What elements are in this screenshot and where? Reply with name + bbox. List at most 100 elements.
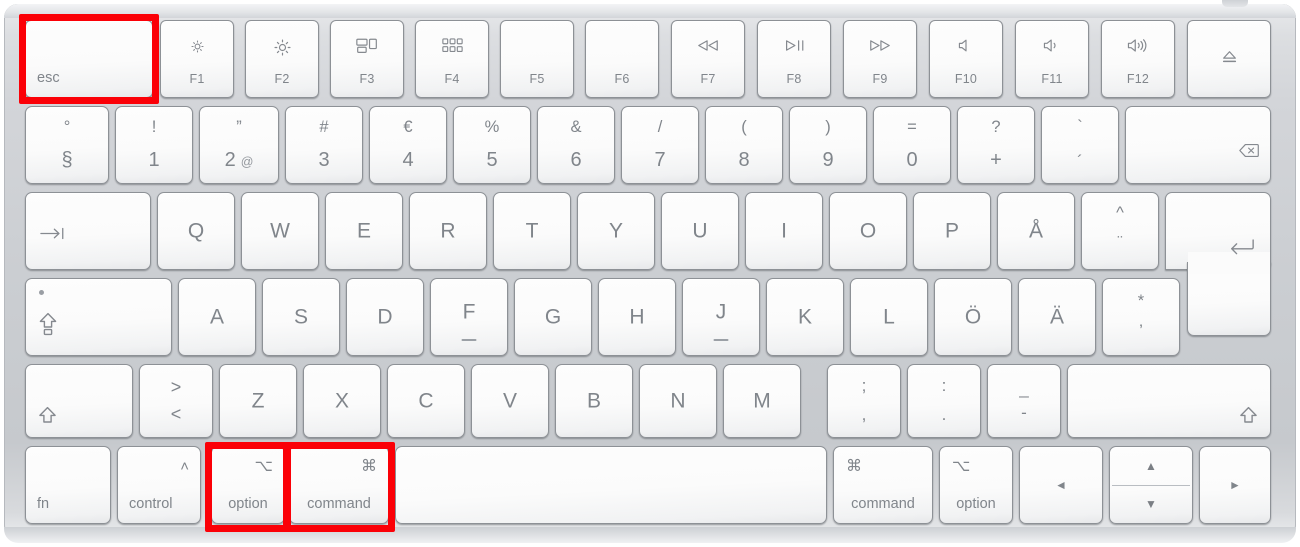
arrow-down-icon: ▼ <box>1145 497 1157 511</box>
key-eject[interactable] <box>1187 20 1271 98</box>
key-command-right-label: command <box>851 495 915 512</box>
key-1[interactable]: ! 1 <box>115 106 193 184</box>
caps-lock-indicator <box>39 290 44 295</box>
key-9-lower: 9 <box>822 149 834 171</box>
key-m-label: M <box>753 389 771 413</box>
key-f1[interactable]: F1 <box>160 20 234 98</box>
key-g[interactable]: G <box>514 278 592 356</box>
key-5-lower: 5 <box>486 149 498 171</box>
key-aring-label: Å <box>1028 219 1043 243</box>
key-f5[interactable]: F5 <box>500 20 574 98</box>
key-colon[interactable]: : . <box>907 364 981 438</box>
key-f6[interactable]: F6 <box>585 20 659 98</box>
key-acute-upper: ` <box>1077 118 1083 136</box>
key-space[interactable] <box>395 446 827 524</box>
key-0[interactable]: = 0 <box>873 106 951 184</box>
key-arrow-right[interactable]: ► <box>1199 446 1271 524</box>
key-d[interactable]: D <box>346 278 424 356</box>
key-hyphen-lower: - <box>1021 403 1027 422</box>
key-c[interactable]: C <box>387 364 465 438</box>
key-f9[interactable]: F9 <box>843 20 917 98</box>
key-plus[interactable]: ? + <box>957 106 1035 184</box>
key-f7[interactable]: F7 <box>671 20 745 98</box>
key-n[interactable]: N <box>639 364 717 438</box>
key-7-upper: / <box>657 118 663 136</box>
key-arrow-updown[interactable]: ▲ ▼ <box>1109 446 1193 524</box>
key-f3[interactable]: F3 <box>330 20 404 98</box>
key-k[interactable]: K <box>766 278 844 356</box>
key-odiaeresis[interactable]: Ö <box>934 278 1012 356</box>
key-4[interactable]: € 4 <box>369 106 447 184</box>
key-9[interactable]: ) 9 <box>789 106 867 184</box>
key-r[interactable]: R <box>409 192 487 270</box>
key-l[interactable]: L <box>850 278 928 356</box>
key-semicolon[interactable]: ; , <box>827 364 901 438</box>
key-fn[interactable]: fn <box>25 446 111 524</box>
key-option-right[interactable]: ⌥ option <box>939 446 1013 524</box>
key-arrow-down[interactable]: ▼ <box>1110 485 1192 523</box>
key-control[interactable]: ˄ control <box>117 446 201 524</box>
key-z[interactable]: Z <box>219 364 297 438</box>
key-h[interactable]: H <box>598 278 676 356</box>
key-arrow-left[interactable]: ◄ <box>1019 446 1103 524</box>
key-less-greater[interactable]: > < <box>139 364 213 438</box>
key-f10-label: F10 <box>954 71 978 86</box>
key-f10[interactable]: F10 <box>929 20 1003 98</box>
key-arrow-up[interactable]: ▲ <box>1110 447 1192 485</box>
key-8-upper: ( <box>741 118 747 136</box>
key-q[interactable]: Q <box>157 192 235 270</box>
key-2[interactable]: ” 2 @ <box>199 106 279 184</box>
key-tab[interactable] <box>25 192 151 270</box>
key-section[interactable]: ° § <box>25 106 109 184</box>
key-esc[interactable]: esc <box>25 20 153 98</box>
key-diaeresis[interactable]: ^ ¨ <box>1081 192 1159 270</box>
key-apostrophe[interactable]: * ’ <box>1102 278 1180 356</box>
key-u[interactable]: U <box>661 192 739 270</box>
key-6[interactable]: & 6 <box>537 106 615 184</box>
key-x[interactable]: X <box>303 364 381 438</box>
key-aring[interactable]: Å <box>997 192 1075 270</box>
key-a[interactable]: A <box>178 278 256 356</box>
key-i[interactable]: I <box>745 192 823 270</box>
key-option-left[interactable]: ⌥ option <box>211 446 285 524</box>
key-delete[interactable] <box>1125 106 1271 184</box>
keyboard-top-nub <box>1222 0 1248 7</box>
key-p[interactable]: P <box>913 192 991 270</box>
key-hyphen[interactable]: _ - <box>987 364 1061 438</box>
key-command-right[interactable]: ⌘ command <box>833 446 933 524</box>
key-a-label: A <box>209 305 224 329</box>
key-y[interactable]: Y <box>577 192 655 270</box>
key-command-left[interactable]: ⌘ command <box>289 446 389 524</box>
key-j[interactable]: J <box>682 278 760 356</box>
key-f[interactable]: F <box>430 278 508 356</box>
key-s[interactable]: S <box>262 278 340 356</box>
key-shift-right[interactable] <box>1067 364 1271 438</box>
key-f11[interactable]: F11 <box>1015 20 1089 98</box>
key-3[interactable]: # 3 <box>285 106 363 184</box>
key-w[interactable]: W <box>241 192 319 270</box>
fast-forward-icon <box>844 38 916 55</box>
key-b[interactable]: B <box>555 364 633 438</box>
key-acute[interactable]: ` ´ <box>1041 106 1119 184</box>
key-5[interactable]: % 5 <box>453 106 531 184</box>
brightness-up-icon <box>246 38 318 60</box>
key-f4[interactable]: F4 <box>415 20 489 98</box>
key-f12[interactable]: F12 <box>1101 20 1175 98</box>
key-m[interactable]: M <box>723 364 801 438</box>
key-f8[interactable]: F8 <box>757 20 831 98</box>
key-shift-left[interactable] <box>25 364 133 438</box>
key-capslock[interactable] <box>25 278 172 356</box>
key-7[interactable]: / 7 <box>621 106 699 184</box>
key-t[interactable]: T <box>493 192 571 270</box>
key-enter[interactable] <box>1165 192 1271 336</box>
key-f2[interactable]: F2 <box>245 20 319 98</box>
key-k-label: K <box>797 305 812 329</box>
key-v[interactable]: V <box>471 364 549 438</box>
key-o[interactable]: O <box>829 192 907 270</box>
caps-lock-icon <box>39 312 57 340</box>
key-adiaeresis[interactable]: Ä <box>1018 278 1096 356</box>
option-icon: ⌥ <box>952 458 971 475</box>
key-8[interactable]: ( 8 <box>705 106 783 184</box>
key-e[interactable]: E <box>325 192 403 270</box>
keyboard-bottom-edge <box>4 527 1296 543</box>
